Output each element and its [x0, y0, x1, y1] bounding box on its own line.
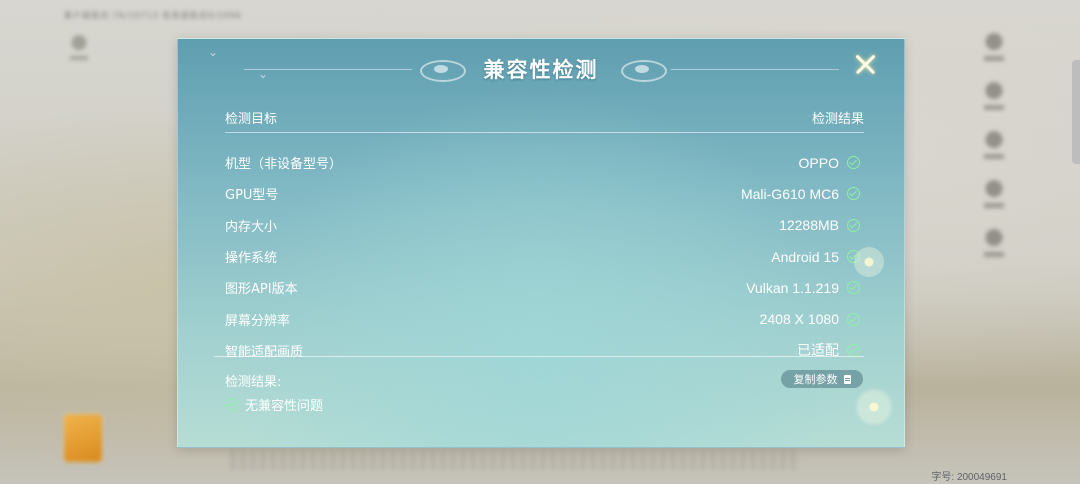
result-status: 无兼容性问题 — [225, 395, 323, 414]
check-icon — [847, 156, 860, 170]
check-row: 图形API版本 Vulkan 1.1.219 — [225, 272, 860, 303]
header-target: 检测目标 — [225, 112, 278, 127]
check-row-value: Mali-G610 MC6 — [740, 185, 839, 202]
flower-decoration-icon — [854, 387, 894, 427]
character-icon[interactable] — [66, 30, 92, 66]
copy-params-label: 复制参数 — [793, 373, 838, 386]
background-achievement-text: 星户成就点:76/10713 任务成就点0/2096 — [64, 11, 242, 20]
check-row: 机型（非设备型号） OPPO — [225, 147, 860, 178]
result-label: 检测结果: — [225, 375, 282, 390]
check-icon — [847, 343, 860, 357]
check-row-value: OPPO — [798, 154, 839, 171]
ornament-icon — [412, 54, 470, 84]
check-row-value: 已适配 — [797, 342, 839, 359]
check-list: 机型（非设备型号） OPPO GPU型号 Mali-G610 MC6 内存大小 … — [225, 147, 860, 366]
check-icon — [847, 218, 860, 232]
side-menu-icon[interactable] — [980, 126, 1008, 160]
book-icon[interactable] — [64, 414, 102, 462]
flower-decoration-icon — [854, 247, 884, 277]
copy-params-button[interactable]: 复制参数 — [781, 370, 863, 388]
title-bar: 兼容性检测 — [178, 47, 904, 91]
check-row: GPU型号 Mali-G610 MC6 — [225, 178, 860, 209]
uid-display: 字号: 200049691 — [931, 468, 1007, 483]
side-menu-icon[interactable] — [980, 224, 1008, 258]
uid-label: 字号: — [931, 472, 955, 483]
check-row-label: 图形API版本 — [225, 282, 298, 298]
check-icon — [847, 312, 860, 326]
side-menu-icon[interactable] — [980, 77, 1008, 111]
check-row: 内存大小 12288MB — [225, 210, 860, 241]
check-row: 操作系统 Android 15 — [225, 241, 860, 272]
check-icon — [225, 398, 238, 411]
check-row-value: 2408 X 1080 — [759, 311, 839, 328]
check-row-value: Android 15 — [771, 248, 839, 265]
scrollbar[interactable] — [1072, 60, 1080, 164]
title-divider — [670, 68, 839, 70]
check-row-label: 机型（非设备型号） — [225, 157, 343, 173]
result-status-text: 无兼容性问题 — [245, 399, 324, 414]
title-divider — [243, 68, 412, 70]
check-icon — [847, 281, 860, 295]
side-menu-icon[interactable] — [980, 175, 1008, 209]
header-result: 检测结果 — [811, 112, 864, 127]
check-row-label: GPU型号 — [225, 188, 279, 204]
check-row: 智能适配画质 已适配 — [225, 335, 860, 366]
ornament-icon — [613, 54, 671, 84]
dialog-title: 兼容性检测 — [483, 58, 599, 82]
check-row-value: Vulkan 1.1.219 — [746, 279, 839, 296]
check-row: 屏幕分辨率 2408 X 1080 — [225, 303, 860, 334]
close-button[interactable] — [850, 49, 880, 79]
background-notice-text — [230, 450, 800, 470]
check-row-label: 智能适配画质 — [225, 344, 304, 360]
compatibility-dialog: ⌄ ⌄ 兼容性检测 检测目标 检测结果 机型（非设备型号） OPPO GPU型号… — [177, 38, 905, 448]
section-divider — [214, 356, 864, 357]
uid-value: 200049691 — [956, 472, 1007, 483]
table-header: 检测目标 检测结果 — [225, 108, 864, 133]
document-icon — [843, 374, 851, 384]
check-icon — [847, 187, 860, 201]
check-row-label: 操作系统 — [225, 251, 278, 267]
check-row-label: 屏幕分辨率 — [225, 313, 291, 329]
side-menu-icon[interactable] — [980, 28, 1008, 62]
check-row-label: 内存大小 — [225, 219, 278, 235]
side-menu — [980, 28, 1010, 273]
check-row-value: 12288MB — [779, 217, 839, 234]
